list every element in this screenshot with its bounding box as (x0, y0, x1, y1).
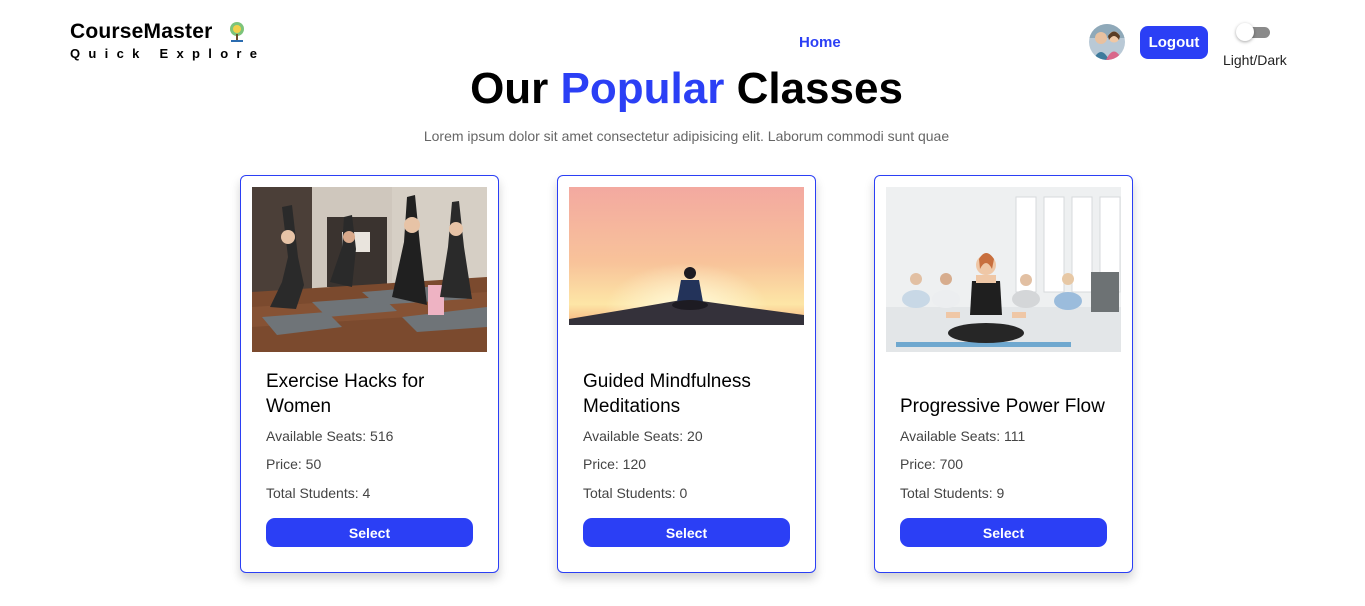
class-title: Exercise Hacks for Women (266, 371, 425, 417)
class-price: Price: 50 (266, 456, 322, 472)
class-image (569, 187, 804, 325)
available-seats: Available Seats: 20 (583, 428, 703, 444)
avatar-image (1089, 24, 1125, 60)
title-pre: Our (470, 64, 549, 113)
class-title: Progressive Power Flow (900, 396, 1105, 417)
toggle-knob (1236, 23, 1254, 41)
logout-button[interactable]: Logout (1140, 26, 1208, 59)
class-image (886, 187, 1121, 352)
brand[interactable]: CourseMaster Quick Explore (70, 20, 265, 61)
nav-home-link[interactable]: Home (799, 34, 841, 51)
title-post: Classes (736, 64, 903, 113)
class-card: Exercise Hacks for Women Available Seats… (240, 175, 499, 573)
total-students: Total Students: 0 (583, 485, 688, 501)
select-button[interactable]: Select (266, 518, 473, 547)
total-students: Total Students: 9 (900, 485, 1005, 501)
available-seats: Available Seats: 516 (266, 428, 394, 444)
class-title: Guided Mindfulness Meditations (583, 371, 751, 417)
class-image (252, 187, 487, 352)
brand-title: CourseMaster (70, 20, 213, 43)
class-price: Price: 120 (583, 456, 647, 472)
class-card: Guided Mindfulness Meditations Available… (557, 175, 816, 573)
class-card: Progressive Power Flow Available Seats: … (874, 175, 1133, 573)
page-title: Our Popular Classes (0, 64, 1365, 114)
theme-toggle[interactable] (1236, 23, 1272, 41)
tree-logo-icon (230, 22, 245, 42)
brand-tagline: Quick Explore (70, 46, 266, 61)
avatar[interactable] (1089, 24, 1125, 60)
class-price: Price: 700 (900, 456, 964, 472)
title-accent: Popular (560, 64, 725, 113)
select-button[interactable]: Select (900, 518, 1107, 547)
total-students: Total Students: 4 (266, 485, 371, 501)
available-seats: Available Seats: 111 (900, 428, 1026, 444)
page-subtitle: Lorem ipsum dolor sit amet consectetur a… (423, 128, 950, 144)
select-button[interactable]: Select (583, 518, 790, 547)
